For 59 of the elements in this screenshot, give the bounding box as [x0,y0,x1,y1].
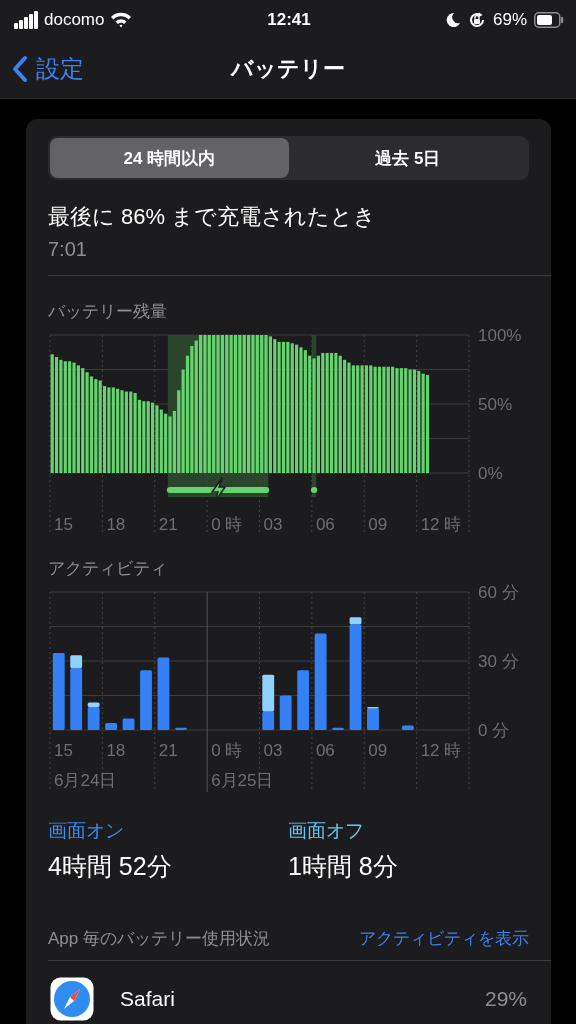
signal-icon [14,11,38,29]
activity-bar [332,727,344,730]
axis-label: 03 [263,741,283,760]
axis-label: 100% [478,327,522,345]
date-label: 6月24日 [54,771,117,790]
axis-label: 30 分 [478,652,519,671]
axis-label: 15 [54,515,73,534]
axis-label: 06 [315,741,335,760]
last-charge-time: 7:01 [48,238,88,261]
chart-title: アクティビティ [48,558,168,580]
axis-label: 21 [158,741,178,760]
show-activity-link[interactable]: アクティビティを表示 [359,927,529,950]
compass-icon [50,977,94,1021]
axis-label: 09 [368,515,388,534]
axis-label: 50% [478,395,513,414]
app-name: Safari [120,987,176,1011]
segment-tab[interactable]: 24 時間以内 [50,138,289,178]
segment-tab[interactable]: 過去 5日 [288,138,527,178]
axis-label: 21 [158,515,178,534]
activity-bar [140,670,152,730]
back-button[interactable]: 設定 [0,53,84,85]
battery-percent: 69% [493,10,527,30]
clock: 12:41 [267,10,311,30]
chevron-left-icon [12,55,28,83]
axis-label: 03 [263,515,283,534]
rotation-lock-icon [468,11,486,29]
axis-label: 0 時 [211,741,243,760]
last-charge-title: 最後に 86% まで充電されたとき [48,203,378,231]
chart-title: バッテリー残量 [48,301,168,323]
moon-icon [445,12,461,28]
activity-bar [122,718,135,730]
carrier-name: docomo [44,10,105,30]
axis-label: 15 [54,741,73,760]
axis-label: 06 [315,515,335,534]
axis-label: 0 分 [478,721,510,740]
axis-label: 60 分 [478,584,519,602]
battery-icon [534,12,564,28]
stat-label: 画面オン [48,819,125,843]
section-title: App 毎のバッテリー使用状況 [48,928,270,950]
activity-bar [105,723,118,730]
axis-label: 0 時 [211,515,243,534]
wifi-icon [110,12,133,28]
axis-label: 12 時 [420,741,462,760]
stat-label: 画面オフ [288,819,365,843]
activity-bar [297,670,310,730]
axis-label: 12 時 [420,515,462,534]
activity-bar [401,725,414,730]
stat-value: 4時間 52分 [48,851,173,882]
page-title: バッテリー [231,55,345,83]
axis-label: 0% [478,464,503,483]
activity-bar [175,727,187,730]
axis-label: 18 [106,515,126,534]
date-label: 6月25日 [211,771,274,790]
usage-percent: 29% [484,987,527,1011]
activity-bar [279,695,292,730]
axis-label: 09 [368,741,388,760]
stat-value: 1時間 8分 [288,851,399,882]
axis-label: 18 [106,741,126,760]
charging-line [310,487,318,493]
